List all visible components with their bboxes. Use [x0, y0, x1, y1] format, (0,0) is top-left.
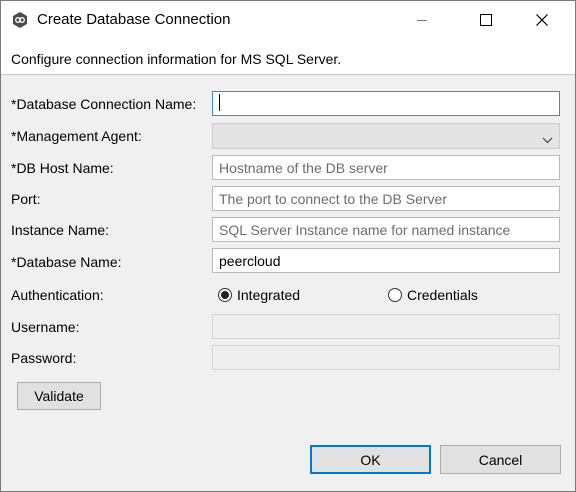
maximize-button[interactable]: [463, 1, 509, 39]
dialog-header: Configure connection information for MS …: [1, 39, 575, 75]
username-field[interactable]: [212, 314, 560, 339]
cancel-button-label: Cancel: [478, 451, 523, 468]
port-field[interactable]: [212, 186, 560, 211]
radio-unselected-icon: [388, 288, 402, 302]
auth-integrated-radio[interactable]: Integrated: [218, 287, 300, 303]
connection-name-field[interactable]: [212, 91, 560, 116]
database-connection-icon: [11, 11, 29, 29]
auth-credentials-radio[interactable]: Credentials: [388, 287, 478, 303]
management-agent-label: *Management Agent:: [11, 128, 142, 144]
instance-name-label: Instance Name:: [11, 222, 110, 238]
db-host-field[interactable]: [212, 155, 560, 180]
database-name-label: *Database Name:: [11, 254, 122, 270]
username-label: Username:: [11, 319, 80, 335]
close-icon: [536, 14, 548, 26]
validate-button[interactable]: Validate: [17, 382, 101, 410]
validate-button-label: Validate: [34, 388, 84, 404]
radio-selected-icon: [218, 288, 232, 302]
database-name-field[interactable]: [212, 248, 560, 273]
connection-name-label: *Database Connection Name:: [11, 96, 197, 112]
minimize-button[interactable]: [399, 1, 445, 39]
ok-button-label: OK: [360, 451, 381, 468]
minimize-icon: [417, 20, 427, 21]
cancel-button[interactable]: Cancel: [440, 445, 561, 474]
dialog-window: Create Database Connection Configure con…: [0, 0, 576, 492]
port-label: Port:: [11, 191, 41, 207]
authentication-label: Authentication:: [11, 287, 104, 303]
management-agent-select[interactable]: [212, 123, 560, 149]
close-button[interactable]: [519, 1, 565, 39]
auth-integrated-label: Integrated: [237, 287, 301, 303]
password-field[interactable]: [212, 345, 560, 370]
auth-credentials-label: Credentials: [407, 287, 478, 303]
instance-name-field[interactable]: [212, 217, 560, 242]
chevron-down-icon: [542, 131, 553, 147]
text-caret: [219, 94, 220, 111]
header-description: Configure connection information for MS …: [11, 51, 342, 67]
title-bar: Create Database Connection: [1, 1, 575, 39]
ok-button[interactable]: OK: [310, 445, 431, 474]
password-label: Password:: [11, 350, 77, 366]
db-host-label: *DB Host Name:: [11, 160, 114, 176]
maximize-icon: [480, 14, 492, 26]
window-title: Create Database Connection: [37, 11, 231, 28]
